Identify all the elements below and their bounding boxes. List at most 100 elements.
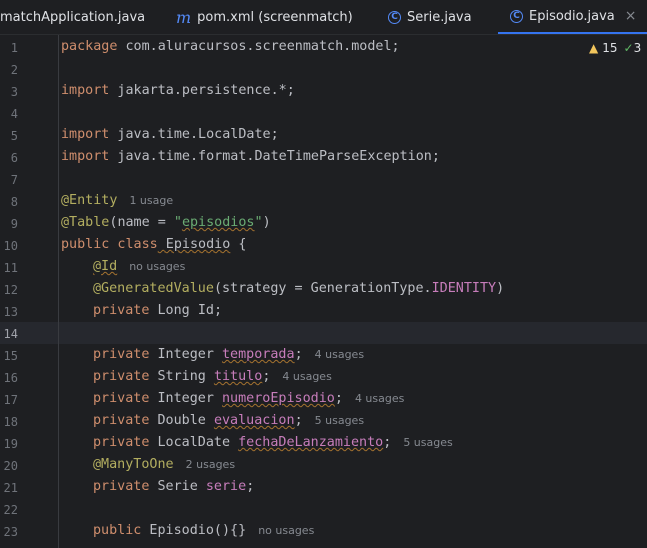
tab-label: Episodio.java <box>529 8 615 24</box>
line-number: 8 <box>10 195 18 209</box>
code-line-1: package com.aluracursos.screenmatch.mode… <box>61 36 400 58</box>
code-text: ; <box>262 369 271 384</box>
type-name: Double <box>149 413 214 428</box>
code-text: java.time.LocalDate; <box>109 127 279 142</box>
keyword: private <box>93 479 150 494</box>
keyword: package <box>61 39 118 54</box>
method-name: Episodio(){} <box>141 523 247 538</box>
line-number: 22 <box>3 503 18 517</box>
keyword: import <box>61 127 110 142</box>
keyword: private <box>93 347 150 362</box>
code-text: ) <box>496 281 505 296</box>
code-editor[interactable]: ▲ 15 ✓ 3 1 2 3 4 5 6 7 8 9 10 11 12 13 14 15 16 17 18 19 20… <box>0 35 647 548</box>
usage-hint[interactable]: 4 usages <box>355 392 404 405</box>
annotation: @ManyToOne <box>93 457 174 472</box>
inspection-widget[interactable]: ▲ 15 ✓ 3 <box>589 41 641 55</box>
line-number: 2 <box>10 63 18 77</box>
code-text: ; <box>213 303 222 318</box>
field-name: numeroEpisodio <box>222 391 335 406</box>
line-number: 19 <box>3 437 18 451</box>
code-line-11: @Id no usages <box>93 256 185 278</box>
check-icon: ✓ <box>623 41 634 55</box>
line-number: 13 <box>3 305 18 319</box>
keyword: private <box>93 413 150 428</box>
line-number: 6 <box>10 151 18 165</box>
usage-hint[interactable]: 5 usages <box>315 414 364 427</box>
line-number: 20 <box>3 459 18 473</box>
tab-episodio-java[interactable]: C Episodio.java × <box>498 0 647 34</box>
line-number: 5 <box>10 129 18 143</box>
code-text: = GenerationType. <box>286 281 432 296</box>
param-name: strategy <box>222 281 287 296</box>
tab-label: matchApplication.java <box>0 9 146 25</box>
code-line-12: @GeneratedValue(strategy = GenerationTyp… <box>93 278 504 300</box>
annotation: @Entity <box>61 193 118 208</box>
annotation: @Id <box>93 259 118 274</box>
code-text: = <box>149 215 174 230</box>
line-number: 4 <box>10 107 18 121</box>
string-quote: " <box>173 215 182 230</box>
code-line-19: private LocalDate fechaDeLanzamiento; 5 u… <box>93 432 453 454</box>
code-text: { <box>230 237 247 252</box>
field-name: fechaDeLanzamiento <box>238 435 384 450</box>
line-number: 12 <box>3 283 18 297</box>
code-line-6: import java.time.format.DateTimeParseExc… <box>61 146 440 168</box>
tab-serie-java[interactable]: C Serie.java <box>388 0 472 34</box>
field-name: Id <box>197 303 214 318</box>
field-name: evaluacion <box>213 413 295 428</box>
current-line-highlight <box>0 322 647 344</box>
line-number: 17 <box>3 393 18 407</box>
class-icon: C <box>510 9 523 23</box>
class-icon: C <box>388 10 401 24</box>
line-number: 15 <box>3 349 18 363</box>
warning-count: 15 <box>602 41 618 55</box>
code-line-23: public Episodio(){} no usages <box>93 520 314 542</box>
line-number: 23 <box>3 525 18 539</box>
usage-hint[interactable]: no usages <box>129 260 185 273</box>
code-text: ; <box>383 435 392 450</box>
line-number: 7 <box>10 173 18 187</box>
editor-tab-bar: matchApplication.java m pom.xml (screenm… <box>0 0 647 35</box>
keyword: public class <box>61 237 158 252</box>
field-name: temporada <box>222 347 295 362</box>
type-name: Long <box>149 303 198 318</box>
type-name: Serie <box>149 479 206 494</box>
code-line-20: @ManyToOne 2 usages <box>93 454 235 476</box>
tab-pom-xml[interactable]: m pom.xml (screenmatch) <box>176 0 353 34</box>
ok-count: 3 <box>633 41 642 55</box>
usage-hint[interactable]: 1 usage <box>129 194 173 207</box>
keyword: import <box>61 149 110 164</box>
line-number: 21 <box>3 481 18 495</box>
warning-icon: ▲ <box>589 41 599 55</box>
code-text: ; <box>246 479 255 494</box>
code-line-5: import java.time.LocalDate; <box>61 124 279 146</box>
line-number: 18 <box>3 415 18 429</box>
code-text: ) <box>262 215 271 230</box>
code-line-15: private Integer temporada; 4 usages <box>93 344 364 366</box>
enum-constant: IDENTITY <box>431 281 497 296</box>
usage-hint[interactable]: 2 usages <box>186 458 235 471</box>
tab-label: pom.xml (screenmatch) <box>197 9 353 25</box>
code-line-16: private String titulo; 4 usages <box>93 366 332 388</box>
string-quote: " <box>254 215 263 230</box>
code-line-3: import jakarta.persistence.*; <box>61 80 295 102</box>
tab-match-application[interactable]: matchApplication.java <box>0 0 160 34</box>
usage-hint[interactable]: 4 usages <box>282 370 331 383</box>
usage-hint[interactable]: no usages <box>258 524 314 537</box>
code-line-13: private Long Id; <box>93 300 222 322</box>
keyword: import <box>61 83 110 98</box>
type-name: String <box>149 369 214 384</box>
keyword: private <box>93 303 150 318</box>
type-name: Integer <box>149 347 222 362</box>
code-text: ( <box>213 281 222 296</box>
usage-hint[interactable]: 4 usages <box>315 348 364 361</box>
code-line-9: @Table(name = "episodios") <box>61 212 271 234</box>
line-number: 9 <box>10 217 18 231</box>
close-tab-icon[interactable]: × <box>625 8 637 24</box>
field-name: serie <box>205 479 247 494</box>
code-line-17: private Integer numeroEpisodio; 4 usages <box>93 388 404 410</box>
field-name: titulo <box>213 369 263 384</box>
keyword: private <box>93 435 150 450</box>
usage-hint[interactable]: 5 usages <box>403 436 452 449</box>
keyword: private <box>93 369 150 384</box>
